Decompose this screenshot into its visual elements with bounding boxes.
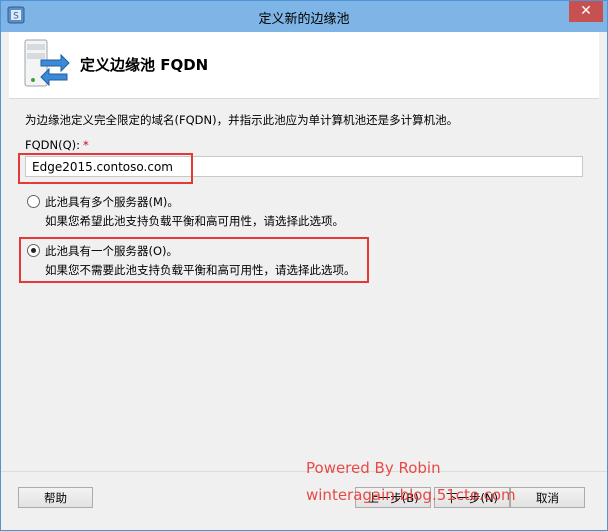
fqdn-label-text: FQDN(Q):	[25, 138, 81, 152]
radio-multiple-servers[interactable]	[27, 195, 40, 208]
footer-divider	[1, 471, 607, 472]
close-button[interactable]: ✕	[569, 1, 603, 22]
watermark-line1: Powered By Robin	[306, 459, 441, 477]
watermark-line2: winteragain.blog.51cto.com	[306, 486, 516, 504]
header-panel: 定义边缘池 FQDN	[9, 32, 599, 98]
single-server-highlight-box	[19, 237, 369, 283]
dialog-window: S 定义新的边缘池 ✕ 定义边缘池 FQDN 为边缘池定义完全限定的域名(FQD…	[0, 0, 608, 531]
required-mark: *	[83, 138, 89, 152]
cancel-button[interactable]: 取消	[510, 487, 585, 508]
close-icon: ✕	[580, 3, 592, 19]
page-title: 定义边缘池 FQDN	[80, 56, 209, 74]
description-text: 为边缘池定义完全限定的域名(FQDN)，并指示此池应为单计算机池还是多计算机池。	[25, 113, 459, 127]
fqdn-label: FQDN(Q): *	[25, 138, 89, 152]
header-divider	[9, 98, 599, 99]
option-multiple-description: 如果您希望此池支持负载平衡和高可用性，请选择此选项。	[45, 214, 344, 228]
help-button[interactable]: 帮助	[18, 487, 93, 508]
window-title: 定义新的边缘池	[258, 12, 350, 27]
option-multiple-label[interactable]: 此池具有多个服务器(M)。	[45, 194, 179, 210]
fqdn-highlight-box	[18, 153, 193, 184]
title-bar[interactable]: S 定义新的边缘池 ✕	[1, 1, 607, 32]
server-arrows-icon	[24, 39, 70, 87]
